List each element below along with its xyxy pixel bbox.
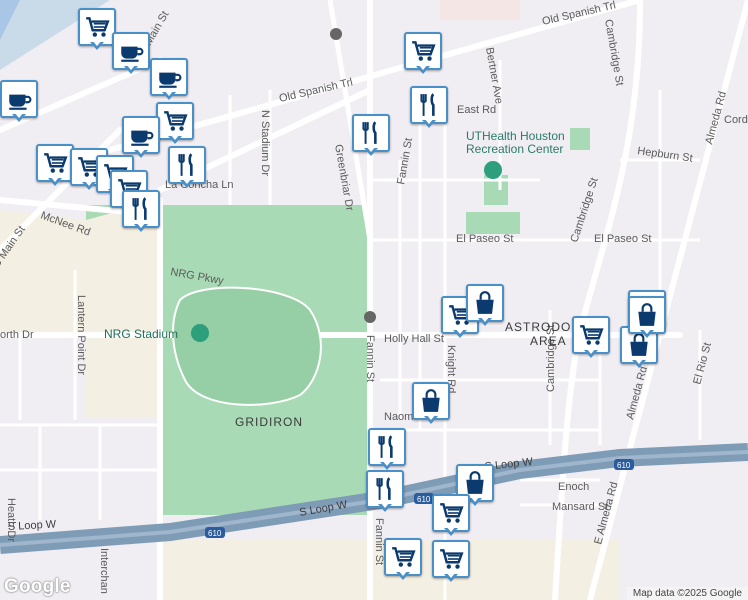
label-naomi: Naom xyxy=(384,411,413,423)
bag-icon xyxy=(422,389,440,412)
fork-knife-icon xyxy=(378,435,393,458)
cart-icon xyxy=(164,111,188,131)
label-nrg-stadium: NRG Stadium xyxy=(104,327,178,341)
label-heath-dr: Heath Dr xyxy=(5,498,17,542)
label-area: AREA xyxy=(530,334,567,348)
fork-knife-pin[interactable] xyxy=(352,114,390,158)
label-610-b: 610 xyxy=(417,495,431,504)
coffee-icon xyxy=(159,72,182,88)
cart-pin[interactable] xyxy=(384,538,422,582)
fork-knife-pin[interactable] xyxy=(368,428,406,472)
bag-pin[interactable] xyxy=(412,382,450,426)
cart-icon xyxy=(392,547,416,567)
cart-icon xyxy=(440,503,464,523)
label-n-stadium-dr: N Stadium Dr xyxy=(259,110,271,176)
bag-icon xyxy=(466,471,484,494)
cart-pin[interactable] xyxy=(156,102,194,146)
coffee-icon xyxy=(131,130,154,146)
label-interchange: Interchan xyxy=(98,548,110,594)
map-attribution[interactable]: Map data ©2025 Google xyxy=(626,587,748,600)
cart-pin[interactable] xyxy=(78,8,116,52)
label-east-rd: East Rd xyxy=(457,104,496,116)
cart-icon xyxy=(86,17,110,37)
label-fannin-st-mid: Fannin St xyxy=(364,335,376,382)
fork-knife-icon xyxy=(376,477,391,500)
fork-knife-pin[interactable] xyxy=(366,470,404,514)
coffee-pin[interactable] xyxy=(112,32,150,76)
fork-knife-pin[interactable] xyxy=(168,146,206,190)
cart-pin[interactable] xyxy=(404,32,442,76)
label-el-paseo-st-left: El Paseo St xyxy=(456,233,513,245)
bag-icon xyxy=(476,291,494,314)
fork-knife-icon xyxy=(362,121,377,144)
fork-knife-icon xyxy=(178,153,193,176)
label-uthealth: UTHealth Houston xyxy=(466,129,565,143)
coffee-pin[interactable] xyxy=(122,116,160,160)
label-holly-hall-st: Holly Hall St xyxy=(384,333,444,345)
label-gridiron: GRIDIRON xyxy=(235,415,303,429)
fork-knife-pin[interactable] xyxy=(410,86,448,130)
cart-pin[interactable] xyxy=(432,540,470,584)
bag-pin[interactable] xyxy=(466,284,504,328)
label-lantern-point-dr: Lantern Point Dr xyxy=(75,295,87,375)
label-610-c: 610 xyxy=(617,461,631,470)
coffee-pin[interactable] xyxy=(0,80,38,124)
fork-knife-pin[interactable] xyxy=(122,190,160,234)
label-recreation-center: Recreation Center xyxy=(466,142,563,156)
coffee-pin[interactable] xyxy=(150,58,188,102)
cart-icon xyxy=(440,549,464,569)
cart-icon xyxy=(44,153,68,173)
google-logo: Google xyxy=(4,576,71,597)
label-610-a: 610 xyxy=(208,529,222,538)
coffee-icon xyxy=(121,46,144,62)
label-enoch: Enoch xyxy=(558,481,589,493)
bag-pin[interactable] xyxy=(628,296,666,340)
fork-knife-icon xyxy=(132,197,147,220)
label-orth-dr: orth Dr xyxy=(0,329,34,341)
cart-icon xyxy=(580,325,604,345)
cart-pin[interactable] xyxy=(572,316,610,360)
map-canvas[interactable]: Old Spanish Trl Old Spanish Trl S Main S… xyxy=(0,0,748,600)
fork-knife-icon xyxy=(420,93,435,116)
cart-pin[interactable] xyxy=(36,144,74,188)
label-el-paseo-st-right: El Paseo St xyxy=(594,233,651,245)
label-cordi: Cordi xyxy=(724,114,748,126)
cart-icon xyxy=(412,41,436,61)
cart-pin[interactable] xyxy=(432,494,470,538)
bag-icon xyxy=(638,303,656,326)
coffee-icon xyxy=(9,94,32,110)
